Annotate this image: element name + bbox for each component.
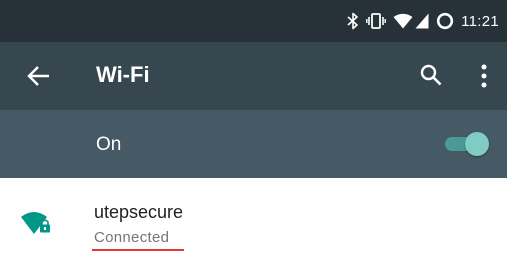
network-status: Connected	[94, 229, 170, 246]
status-time: 11:21	[461, 12, 499, 30]
switch-thumb	[465, 132, 489, 156]
wifi-lock-icon	[20, 208, 54, 236]
wifi-toggle-label: On	[96, 134, 122, 155]
back-arrow-icon[interactable]	[26, 64, 52, 88]
battery-saver-icon	[436, 12, 454, 30]
app-bar: Wi-Fi	[0, 42, 507, 110]
more-vert-icon[interactable]	[478, 63, 490, 89]
page-title: Wi-Fi	[96, 62, 150, 87]
wifi-signal-icon	[393, 13, 413, 29]
wifi-switch[interactable]	[443, 132, 489, 156]
network-name: utepsecure	[94, 202, 184, 222]
status-bar: 11:21	[0, 0, 507, 42]
wifi-toggle-row[interactable]: On	[0, 110, 507, 178]
vibrate-icon	[366, 13, 386, 29]
bluetooth-icon	[347, 12, 359, 30]
cell-signal-icon	[415, 13, 429, 29]
status-highlight-underline	[92, 249, 184, 251]
network-list-item[interactable]: utepsecure Connected	[0, 178, 507, 261]
search-icon[interactable]	[419, 63, 443, 87]
